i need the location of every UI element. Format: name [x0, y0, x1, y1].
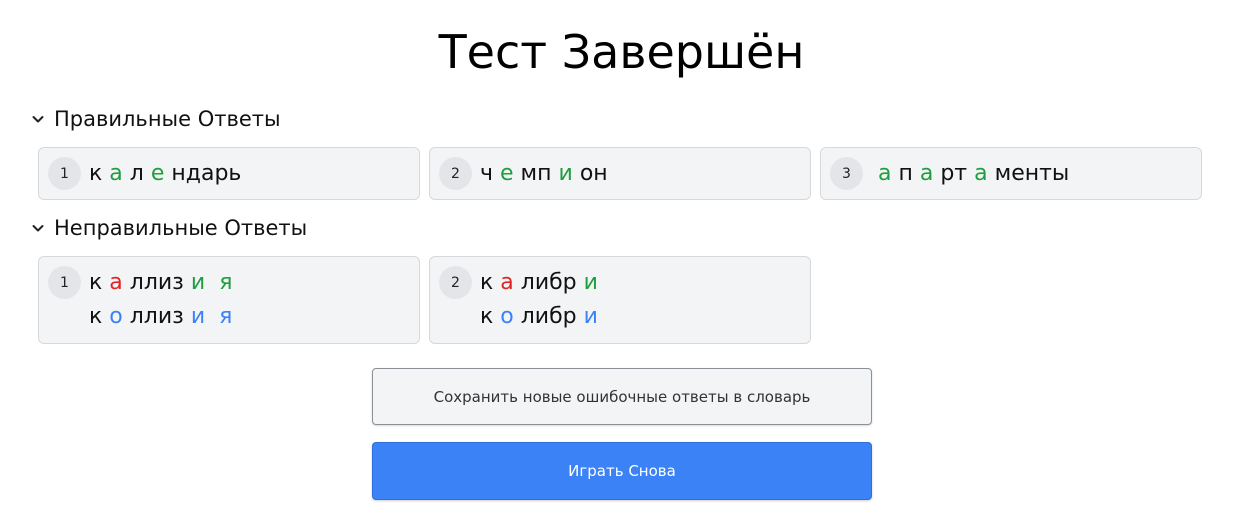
answer-number-badge: 1	[48, 266, 81, 299]
wrong-answers-label: Неправильные Ответы	[54, 216, 308, 240]
word-fragment: к	[89, 270, 110, 295]
play-again-button[interactable]: Играть Снова	[372, 442, 872, 500]
highlighted-letter: я	[219, 304, 233, 329]
highlighted-letter: е	[500, 161, 514, 186]
answer-number-badge: 3	[830, 157, 863, 190]
word-fragment: ндарь	[164, 161, 242, 186]
highlighted-letter: о	[500, 304, 514, 329]
highlighted-letter: а	[878, 161, 892, 186]
highlighted-letter: и	[190, 270, 206, 295]
highlighted-letter: и	[558, 161, 573, 186]
highlighted-letter: я	[219, 270, 233, 295]
word-fragment: либр	[513, 304, 584, 329]
answer-card: 1к а ллиз и як о ллиз и я	[38, 256, 420, 344]
wrong-answers-list: 1к а ллиз и як о ллиз и я2к а либр ик о …	[38, 256, 811, 344]
correct-answer-word: к о ллиз и я	[89, 304, 232, 330]
highlighted-letter: е	[150, 161, 165, 186]
answer-card: 1к а л е ндарь	[38, 147, 420, 200]
user-answer-word: к а либр и	[480, 270, 598, 296]
word-fragment: к	[89, 304, 110, 329]
wrong-answers-toggle[interactable]: Неправильные Ответы	[30, 213, 307, 243]
word-fragment	[205, 304, 219, 329]
highlighted-letter: и	[583, 304, 598, 329]
highlighted-letter: а	[109, 161, 123, 186]
word-fragment: менты	[987, 161, 1070, 186]
word-fragment: мп	[513, 161, 559, 186]
results-page: Тест Завершён Правильные Ответы 1к а л е…	[0, 0, 1237, 520]
highlighted-letter: и	[190, 304, 206, 329]
highlighted-letter: а	[919, 161, 934, 186]
word-fragment: п	[891, 161, 920, 186]
answer-number-badge: 1	[48, 157, 81, 190]
highlighted-letter: и	[583, 270, 598, 295]
answer-card: 2к а либр ик о либр и	[429, 256, 811, 344]
highlighted-letter: о	[109, 304, 123, 329]
answer-number-badge: 2	[439, 266, 472, 299]
answer-word: а п а рт а менты	[871, 161, 1069, 187]
correct-answers-list: 1к а л е ндарь 2 ч е мп и он 3 а п а рт а м…	[38, 147, 1202, 200]
chevron-down-icon	[32, 116, 44, 123]
word-fragment: рт	[933, 161, 975, 186]
word-fragment: ллиз	[122, 304, 191, 329]
highlighted-letter: а	[109, 270, 123, 295]
highlighted-letter: а	[974, 161, 988, 186]
word-fragment: либр	[513, 270, 584, 295]
word-fragment	[205, 270, 219, 295]
correct-answers-toggle[interactable]: Правильные Ответы	[30, 104, 281, 134]
answer-card: 3 а п а рт а менты	[820, 147, 1202, 200]
answer-word: к а л е ндарь	[89, 161, 241, 187]
word-fragment: он	[572, 161, 608, 186]
correct-answer-word: к о либр и	[480, 304, 598, 330]
word-fragment	[871, 161, 878, 186]
save-mistakes-button[interactable]: Сохранить новые ошибочные ответы в слова…	[372, 368, 872, 425]
answer-card: 2ч е мп и он	[429, 147, 811, 200]
word-fragment: к	[480, 304, 501, 329]
correct-answers-label: Правильные Ответы	[54, 107, 281, 131]
word-fragment: ч	[480, 161, 500, 186]
user-answer-word: к а ллиз и я	[89, 270, 232, 296]
word-fragment: к	[89, 161, 110, 186]
answer-number-badge: 2	[439, 157, 472, 190]
highlighted-letter: а	[500, 270, 514, 295]
word-fragment: к	[480, 270, 501, 295]
chevron-down-icon	[32, 225, 44, 232]
page-title: Тест Завершён	[438, 25, 805, 79]
word-fragment: ллиз	[122, 270, 191, 295]
word-fragment: л	[122, 161, 151, 186]
answer-word: ч е мп и он	[480, 161, 608, 187]
